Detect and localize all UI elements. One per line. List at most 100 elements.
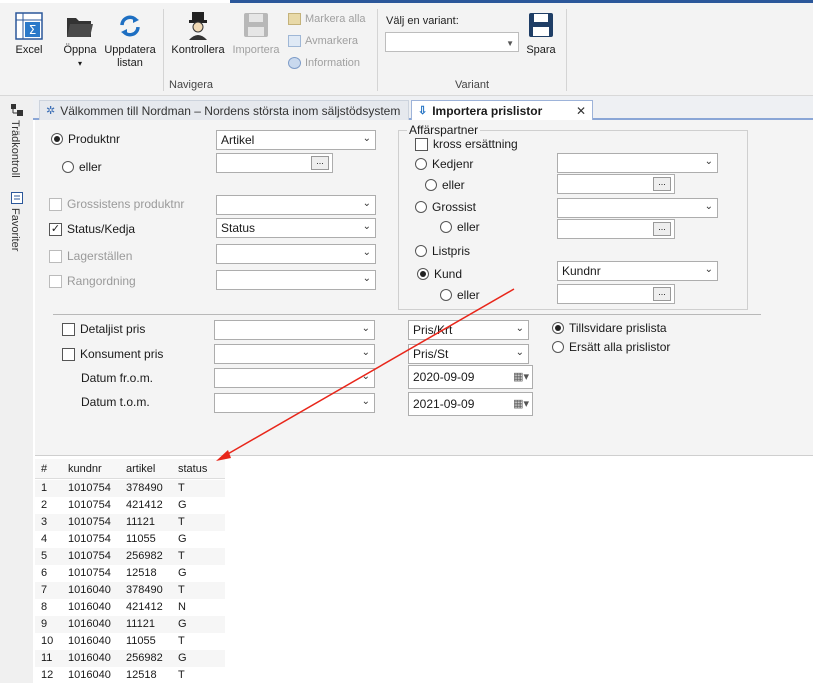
- information-button[interactable]: Information: [288, 57, 360, 69]
- header-cell-artikel[interactable]: artikel: [126, 463, 155, 475]
- table-row[interactable]: 5 1010754 256982 T: [35, 548, 225, 565]
- table-row[interactable]: 12 1016040 12518 T: [35, 667, 225, 683]
- detaljist-pris-check[interactable]: Detaljist pris: [62, 322, 145, 336]
- datum-tom-combo[interactable]: ⌄: [214, 393, 375, 413]
- lagerstallen-combo[interactable]: ⌄: [216, 244, 376, 264]
- lagerstallen-check[interactable]: Lagerställen: [49, 249, 132, 263]
- kund-eller-radio[interactable]: eller: [440, 288, 480, 302]
- cell-status: T: [178, 550, 185, 562]
- header-cell-kundnr[interactable]: kundnr: [68, 463, 102, 475]
- calendar-icon[interactable]: ▦▾: [513, 397, 529, 410]
- konsument-pris-check[interactable]: Konsument pris: [62, 347, 163, 361]
- radio[interactable]: [415, 158, 427, 170]
- tab-importera-prislistor[interactable]: ⇩ Importera prislistor ✕: [411, 100, 593, 120]
- radio[interactable]: [62, 161, 74, 173]
- radio[interactable]: [415, 201, 427, 213]
- browse-button[interactable]: ...: [653, 287, 671, 301]
- table-row[interactable]: 9 1016040 11121 G: [35, 616, 225, 633]
- importera-button[interactable]: Importera: [229, 11, 283, 57]
- calendar-icon[interactable]: ▦▾: [513, 370, 529, 383]
- radio-selected[interactable]: [552, 322, 564, 334]
- cell-index: 9: [41, 618, 48, 630]
- browse-button[interactable]: ...: [311, 156, 329, 170]
- table-row[interactable]: 7 1016040 378490 T: [35, 582, 225, 599]
- radio-selected[interactable]: [51, 133, 63, 145]
- konsument-pris-combo[interactable]: ⌄: [214, 344, 375, 364]
- pris-st-combo[interactable]: Pris/St ⌄: [408, 344, 529, 364]
- detaljist-pris-combo[interactable]: ⌄: [214, 320, 375, 340]
- kedjenr-eller-field[interactable]: ...: [557, 174, 675, 194]
- table-row[interactable]: 11 1016040 256982 G: [35, 650, 225, 667]
- radio-selected[interactable]: [417, 268, 429, 280]
- radio[interactable]: [552, 341, 564, 353]
- datum-from-combo[interactable]: ⌄: [214, 368, 375, 388]
- kund-radio[interactable]: Kund: [417, 267, 462, 281]
- listpris-radio[interactable]: Listpris: [415, 244, 470, 258]
- browse-button[interactable]: ...: [653, 177, 671, 191]
- avmarkera-button[interactable]: Avmarkera: [288, 35, 358, 47]
- rangordning-combo[interactable]: ⌄: [216, 270, 376, 290]
- grossist-eller-field[interactable]: ...: [557, 219, 675, 239]
- result-grid[interactable]: # kundnr artikel status 1 1010754 378490 T 2…: [35, 455, 813, 683]
- variant-select[interactable]: ▼: [385, 32, 519, 52]
- close-icon[interactable]: ✕: [576, 104, 586, 118]
- kund-combo[interactable]: Kundnr ⌄: [557, 261, 718, 281]
- checkbox[interactable]: [62, 322, 75, 336]
- uppdatera-listan-button[interactable]: Uppdatera listan: [102, 11, 158, 70]
- cell-artikel: 378490: [126, 584, 163, 596]
- rangordning-check[interactable]: Rangordning: [49, 274, 136, 288]
- spara-button[interactable]: Spara: [525, 11, 557, 57]
- checkbox[interactable]: [49, 249, 62, 263]
- tillsvidare-radio[interactable]: Tillsvidare prislista: [552, 321, 667, 335]
- header-cell-index[interactable]: #: [41, 463, 47, 475]
- browse-button[interactable]: ...: [653, 222, 671, 236]
- checkbox[interactable]: [62, 347, 75, 361]
- ersatt-radio[interactable]: Ersätt alla prislistor: [552, 340, 670, 354]
- checkbox[interactable]: [49, 197, 62, 211]
- produktnr-eller-radio[interactable]: eller: [62, 160, 102, 174]
- kontrollera-button[interactable]: Kontrollera: [168, 11, 228, 57]
- cell-index: 11: [41, 652, 53, 664]
- pris-krt-combo[interactable]: Pris/Krt ⌄: [408, 320, 529, 340]
- tab-valkommen-label: Välkommen till Nordman – Nordens största…: [60, 103, 401, 118]
- table-row[interactable]: 1 1010754 378490 T: [35, 480, 225, 497]
- header-cell-status[interactable]: status: [178, 463, 207, 475]
- kross-ersattning-check[interactable]: kross ersättning: [415, 137, 518, 151]
- grossistens-produktnr-check[interactable]: Grossistens produktnr: [49, 197, 184, 211]
- tradkontroll-tab[interactable]: Trädkontroll: [9, 120, 21, 178]
- grossistens-produktnr-combo[interactable]: ⌄: [216, 195, 376, 215]
- radio[interactable]: [425, 179, 437, 191]
- table-row[interactable]: 6 1010754 12518 G: [35, 565, 225, 582]
- table-row[interactable]: 3 1010754 11121 T: [35, 514, 225, 531]
- checkbox[interactable]: [415, 137, 428, 151]
- date-from-picker[interactable]: 2020-09-09 ▦▾: [408, 365, 533, 389]
- excel-button[interactable]: Σ Excel: [12, 11, 46, 57]
- checkbox-checked[interactable]: ✓: [49, 222, 62, 236]
- grossist-combo[interactable]: ⌄: [557, 198, 718, 218]
- document-tabs: ✲ Välkommen till Nordman – Nordens störs…: [33, 96, 813, 120]
- radio[interactable]: [440, 289, 452, 301]
- kund-eller-field[interactable]: ...: [557, 284, 675, 304]
- date-tom-picker[interactable]: 2021-09-09 ▦▾: [408, 392, 533, 416]
- grossist-eller-radio[interactable]: eller: [440, 220, 480, 234]
- status-combo[interactable]: Status ⌄: [216, 218, 376, 238]
- table-row[interactable]: 8 1016040 421412 N: [35, 599, 225, 616]
- produktnr-combo[interactable]: Artikel ⌄: [216, 130, 376, 150]
- checkbox[interactable]: [49, 274, 62, 288]
- kedjenr-radio[interactable]: Kedjenr: [415, 157, 473, 171]
- table-row[interactable]: 2 1010754 421412 G: [35, 497, 225, 514]
- status-kedja-check[interactable]: ✓ Status/Kedja: [49, 222, 135, 236]
- grossist-radio[interactable]: Grossist: [415, 200, 476, 214]
- produktnr-eller-field[interactable]: ...: [216, 153, 333, 173]
- table-row[interactable]: 10 1016040 11055 T: [35, 633, 225, 650]
- produktnr-radio[interactable]: Produktnr: [51, 132, 120, 146]
- favoriter-tab[interactable]: Favoriter: [9, 208, 21, 251]
- markera-alla-button[interactable]: Markera alla: [288, 13, 366, 25]
- oppna-button[interactable]: Öppna ▾: [60, 11, 100, 70]
- kedjenr-eller-radio[interactable]: eller: [425, 178, 465, 192]
- kedjenr-combo[interactable]: ⌄: [557, 153, 718, 173]
- table-row[interactable]: 4 1010754 11055 G: [35, 531, 225, 548]
- radio[interactable]: [415, 245, 427, 257]
- tab-valkommen[interactable]: ✲ Välkommen till Nordman – Nordens störs…: [39, 100, 409, 120]
- radio[interactable]: [440, 221, 452, 233]
